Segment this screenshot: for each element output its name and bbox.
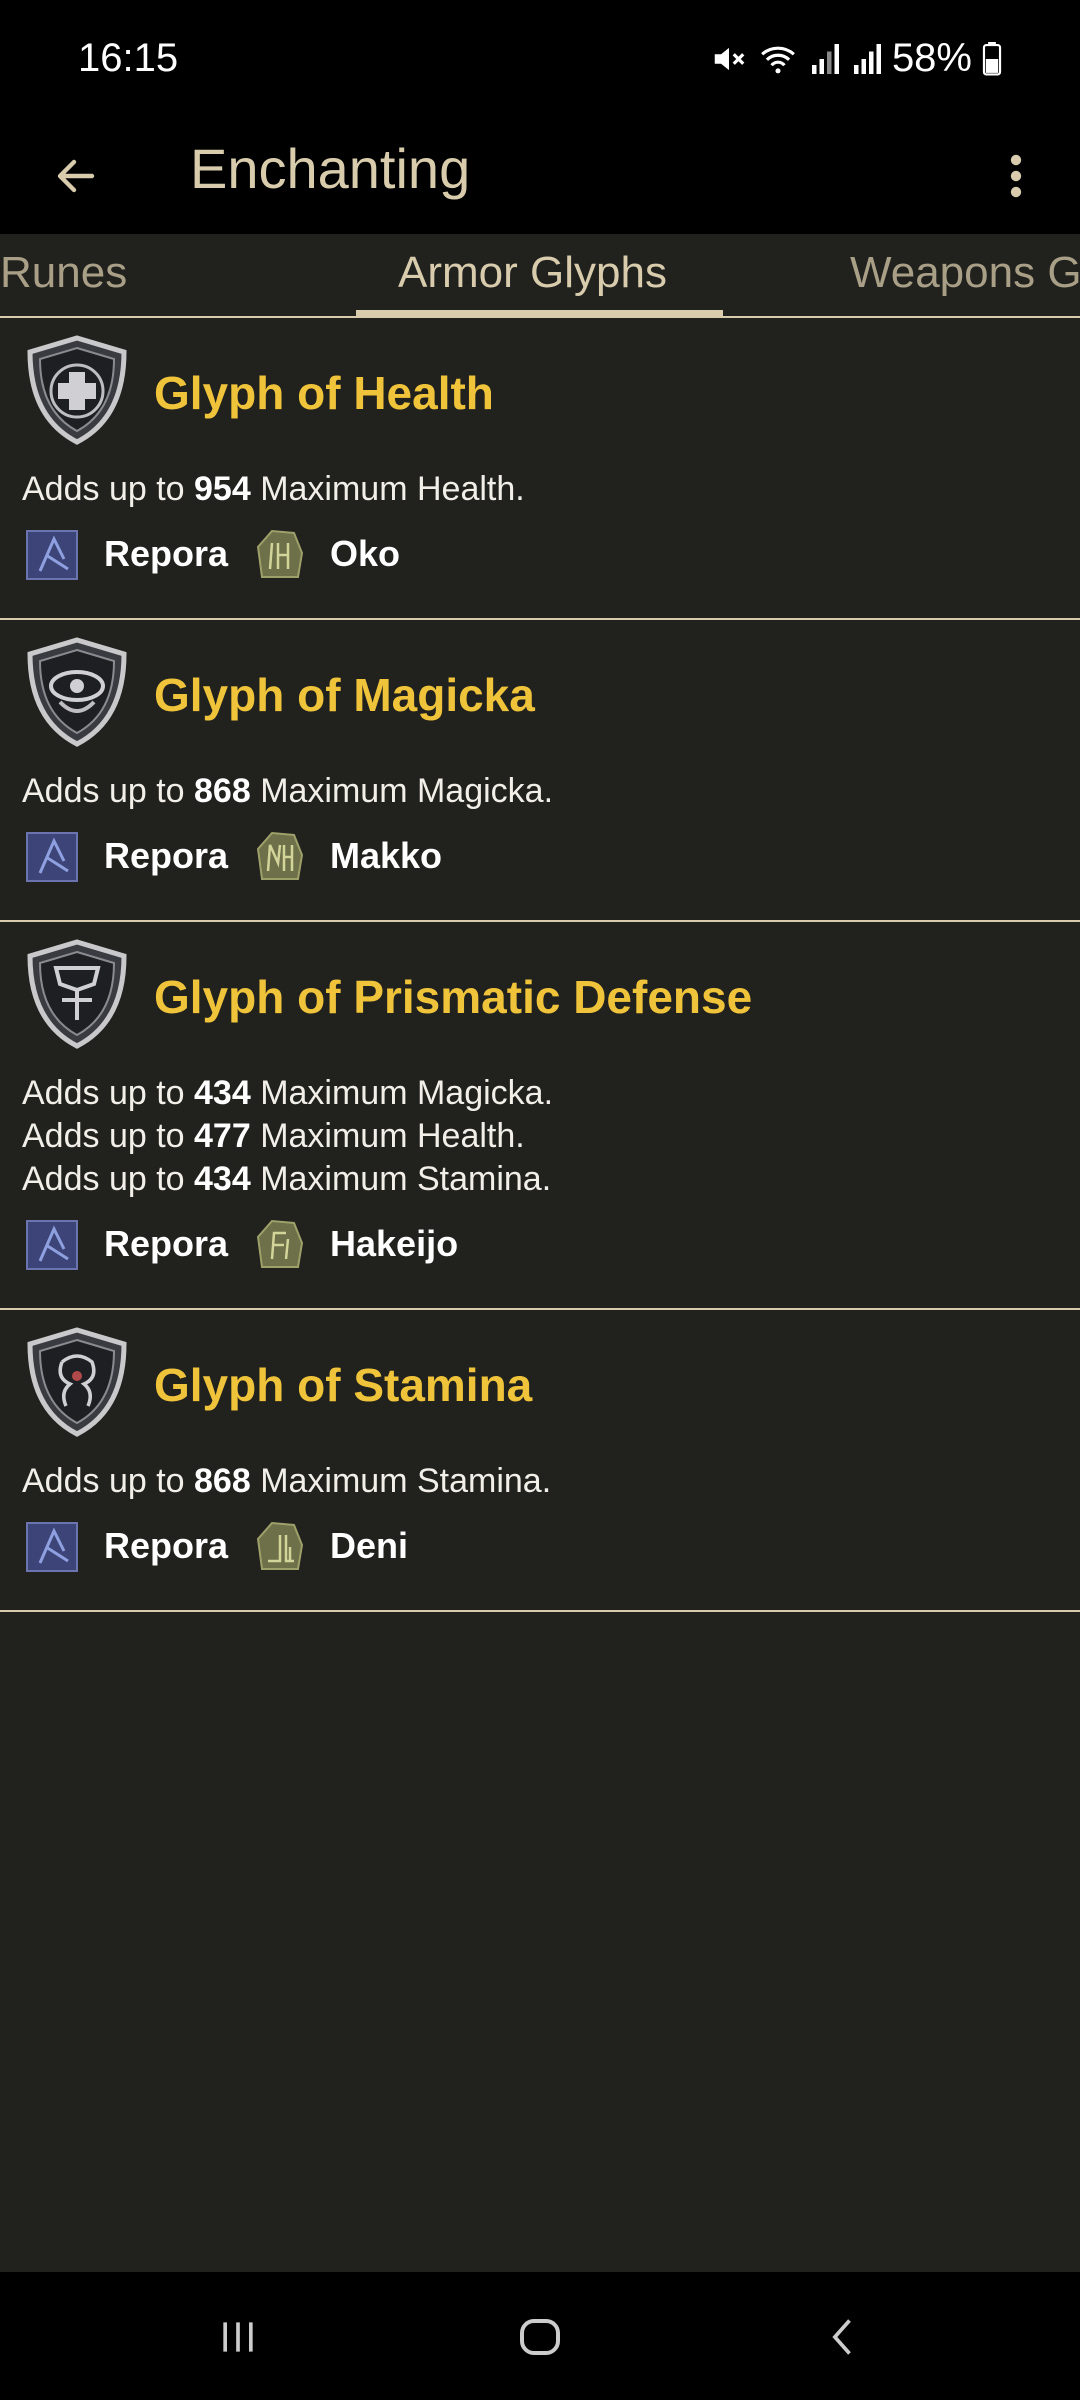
recent-apps-icon bbox=[223, 2322, 253, 2352]
effect-line: Adds up to 954 Maximum Health. bbox=[22, 470, 525, 508]
glyph-card[interactable]: Glyph of Prismatic Defense Adds up to 43… bbox=[0, 922, 1080, 1310]
app-bar: Enchanting bbox=[0, 122, 1080, 234]
glyph-card[interactable]: Glyph of Health Adds up to 954 Maximum H… bbox=[0, 318, 1080, 620]
repora-rune-icon bbox=[26, 530, 78, 580]
rune-chip[interactable]: Hakeijo bbox=[250, 1215, 458, 1273]
arrow-left-icon bbox=[57, 159, 95, 193]
page-title: Enchanting bbox=[190, 137, 471, 200]
home-button[interactable] bbox=[500, 2302, 580, 2372]
tab-strip: Runes Armor Glyphs Weapons Glyphs bbox=[0, 234, 1080, 318]
glyph-title: Glyph of Prismatic Defense bbox=[154, 971, 753, 1023]
effect-line: Adds up to 434 Maximum Stamina. bbox=[22, 1160, 552, 1198]
glyph-header: Glyph of Stamina bbox=[0, 1310, 1080, 1460]
overflow-menu-button[interactable] bbox=[992, 140, 1040, 212]
glyph-card[interactable]: Glyph of Magicka Adds up to 868 Maximum … bbox=[0, 620, 1080, 922]
hakeijo-rune-icon bbox=[256, 1219, 304, 1268]
makko-rune-icon bbox=[256, 831, 304, 880]
glyph-description: Adds up to 954 Maximum Health. bbox=[0, 468, 1080, 511]
effect-line: Adds up to 868 Maximum Magicka. bbox=[22, 772, 554, 810]
rune-chip[interactable]: Makko bbox=[250, 827, 442, 885]
effect-line: Adds up to 868 Maximum Stamina. bbox=[22, 1462, 552, 1500]
glyph-description: Adds up to 868 Maximum Magicka. bbox=[0, 770, 1080, 813]
glyph-title: Glyph of Stamina bbox=[154, 1359, 533, 1411]
effect-line: Adds up to 434 Maximum Magicka. bbox=[22, 1074, 554, 1112]
mute-icon bbox=[710, 40, 748, 78]
runes-row: Repora Oko bbox=[0, 511, 1080, 609]
battery-icon bbox=[982, 41, 1002, 76]
signal-icon-2 bbox=[850, 41, 882, 77]
status-icons: 58% bbox=[710, 36, 1002, 81]
repora-rune-icon bbox=[26, 1522, 78, 1572]
glyph-title: Glyph of Magicka bbox=[154, 669, 535, 721]
rune-chip[interactable]: Repora bbox=[24, 827, 228, 885]
more-vertical-icon bbox=[1010, 154, 1022, 198]
system-back-button[interactable] bbox=[804, 2302, 884, 2372]
rune-chip[interactable]: Repora bbox=[24, 1215, 228, 1273]
tab-weapons-glyphs[interactable]: Weapons Glyphs bbox=[850, 248, 1080, 298]
runes-row: Repora Hakeijo bbox=[0, 1201, 1080, 1299]
rune-chip[interactable]: Oko bbox=[250, 525, 400, 583]
back-button[interactable] bbox=[40, 140, 112, 212]
runes-row: Repora Deni bbox=[0, 1503, 1080, 1601]
glyph-description: Adds up to 868 Maximum Stamina. bbox=[0, 1460, 1080, 1503]
wifi-icon bbox=[758, 40, 798, 78]
stamina-glyph-icon bbox=[27, 1327, 127, 1437]
glyph-header: Glyph of Health bbox=[0, 318, 1080, 468]
status-bar: 16:15 58% bbox=[0, 0, 1080, 122]
runes-row: Repora Makko bbox=[0, 813, 1080, 911]
tab-armor-glyphs[interactable]: Armor Glyphs bbox=[398, 248, 667, 298]
magicka-glyph-icon bbox=[27, 637, 127, 747]
glyph-title: Glyph of Health bbox=[154, 367, 494, 419]
active-tab-indicator bbox=[356, 310, 723, 316]
glyph-header: Glyph of Magicka bbox=[0, 620, 1080, 770]
rune-chip[interactable]: Repora bbox=[24, 525, 228, 583]
rune-chip[interactable]: Deni bbox=[250, 1517, 408, 1575]
status-time: 16:15 bbox=[78, 36, 179, 80]
glyph-card[interactable]: Glyph of Stamina Adds up to 868 Maximum … bbox=[0, 1310, 1080, 1612]
signal-icon-1 bbox=[808, 41, 840, 77]
health-glyph-icon bbox=[27, 335, 127, 445]
deni-rune-icon bbox=[256, 1521, 304, 1570]
glyph-list: Glyph of Health Adds up to 954 Maximum H… bbox=[0, 318, 1080, 2272]
repora-rune-icon bbox=[26, 832, 78, 882]
glyph-description: Adds up to 434 Maximum Magicka. Adds up … bbox=[0, 1072, 1080, 1201]
chevron-left-icon bbox=[832, 2319, 851, 2355]
repora-rune-icon bbox=[26, 1220, 78, 1270]
prismatic-defense-glyph-icon bbox=[27, 939, 127, 1049]
home-icon bbox=[520, 2319, 560, 2355]
rune-chip[interactable]: Repora bbox=[24, 1517, 228, 1575]
battery-percent: 58% bbox=[891, 36, 972, 80]
tab-runes[interactable]: Runes bbox=[0, 248, 127, 298]
glyph-header: Glyph of Prismatic Defense bbox=[0, 922, 1080, 1072]
effect-line: Adds up to 477 Maximum Health. bbox=[22, 1117, 525, 1155]
recent-apps-button[interactable] bbox=[198, 2302, 278, 2372]
system-nav-bar bbox=[0, 2272, 1080, 2400]
oko-rune-icon bbox=[256, 529, 304, 578]
